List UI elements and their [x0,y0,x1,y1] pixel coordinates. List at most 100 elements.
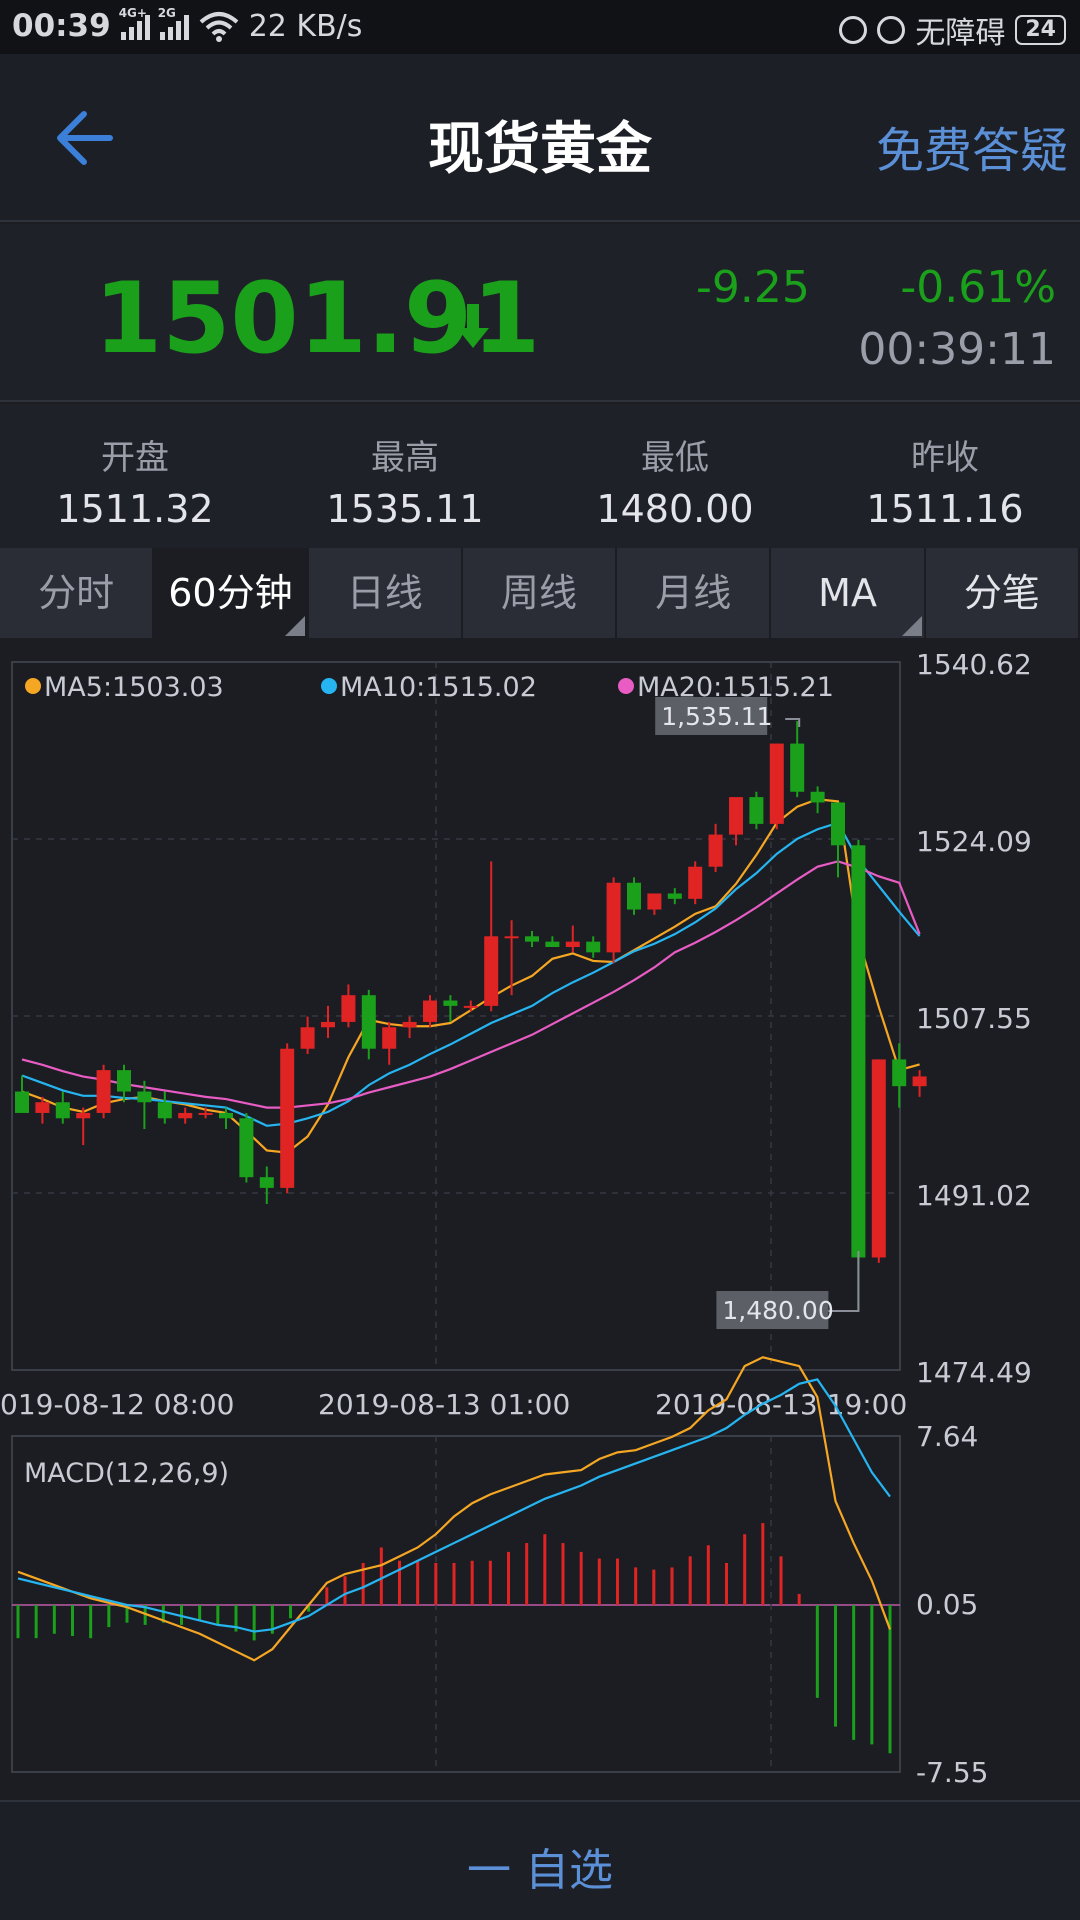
legend-dot [321,678,337,694]
candle-body [117,1070,131,1092]
candle-body [749,797,764,824]
wifi-icon [199,12,239,42]
candle-body [239,1118,254,1178]
candle-body [361,995,376,1049]
stat-prev-close: 昨收 1511.16 [810,404,1080,548]
legend-dot [618,678,634,694]
candle-body [137,1091,152,1103]
stat-label: 最高 [371,438,439,478]
bottom-bar: 一 自选 [0,1800,1080,1920]
tab-monthly[interactable]: 月线 [617,548,772,638]
candle-body [769,743,784,824]
candle-body [810,791,825,803]
tab-60min[interactable]: 60分钟 [154,548,309,638]
tab-daily[interactable]: 日线 [309,548,463,638]
macd-y-axis: 7.64 0.05 -7.55 [916,1420,988,1789]
tab-ticks[interactable]: 分笔 [926,548,1080,638]
add-favorite-button[interactable]: 一 自选 [0,1834,1080,1898]
ma20-line [21,860,921,1109]
candle-body [423,1000,437,1022]
stat-label: 最低 [641,438,709,478]
dropdown-corner-icon [901,616,922,636]
stat-value: 1535.11 [326,487,484,531]
y-tick-label: 1507.55 [916,1002,1032,1035]
tab-ma[interactable]: MA [771,548,926,638]
candle-body [35,1102,50,1113]
candle-body [402,1021,417,1028]
candle-body [851,845,866,1258]
candle-body [300,1027,315,1049]
stat-label: 昨收 [911,438,979,478]
kline-y-axis: 1540.62 1524.09 1507.55 1491.02 1474.49 [916,648,1032,1389]
status-time: 00:39 [12,8,111,44]
quote-time: 00:39:11 [858,324,1056,375]
macd-title: MACD(12,26,9) [24,1458,229,1489]
candle-body [15,1091,29,1113]
candle-body [708,834,723,867]
stat-value: 1511.32 [56,487,214,531]
x-tick-label: 019-08-12 08:00 [0,1388,235,1421]
high-marker-label: 1,535.11 [661,702,772,731]
stat-value: 1511.16 [866,487,1024,531]
cell-signal-icon-2: 2G [158,6,189,40]
y-tick-label: 1491.02 [916,1179,1032,1212]
macd-y-tick-label: 7.64 [916,1420,978,1453]
candle-body [382,1027,397,1049]
candle-body [525,936,539,942]
candle-body [463,1005,478,1008]
alarm-icon [877,16,906,44]
candle-body [178,1112,193,1119]
candle-body [688,866,703,899]
stat-high: 最高 1535.11 [270,404,540,548]
stat-open: 开盘 1511.32 [0,404,270,548]
legend-label: MA5:1503.03 [44,672,224,703]
quote-panel: 1501.91 -9.25 -0.61% 00:39:11 [0,224,1080,402]
y-tick-label: 1540.62 [916,648,1032,681]
free-help-button[interactable]: 免费答疑 [876,111,1068,181]
candle-body [545,941,560,947]
battery-icon: 24 [1015,15,1066,45]
candle-body [871,1059,886,1258]
tab-intraday[interactable]: 分时 [0,548,155,638]
stat-label: 开盘 [101,438,169,478]
cell-signal-icon: 4G+ [119,6,150,40]
chart-area[interactable]: MA5:1503.03 MA10:1515.02 MA20:1515.21 1,53… [0,638,1080,1800]
candle-body [55,1102,70,1119]
candle-body [96,1070,111,1113]
candle-body [892,1059,907,1087]
x-tick-label: 2019-08-13 19:00 [655,1388,907,1421]
lock-rotation-icon [839,16,868,44]
macd-y-tick-label: 0.05 [916,1588,978,1621]
network-speed: 22 KB/s [248,8,363,44]
candle-body [586,941,601,953]
status-bar: 00:39 4G+ 2G 22 KB/s 无障碍 24 [0,0,1080,54]
app-header: 现货黄金 免费答疑 [0,54,1080,222]
ma-lines [21,798,921,1154]
tab-weekly[interactable]: 周线 [463,548,618,638]
legend-label: MA10:1515.02 [340,672,537,703]
x-tick-label: 2019-08-13 01:00 [318,1388,570,1421]
candle-body [606,882,621,953]
kline-grid [12,662,900,1370]
period-tabs: 分时 60分钟 日线 周线 月线 MA 分笔 [0,548,1080,638]
kline-x-axis: 019-08-12 08:00 2019-08-13 01:00 2019-08-1… [0,1388,907,1421]
macd-histogram [16,1523,892,1754]
candle-body [443,1000,458,1006]
candle-body [219,1112,233,1119]
low-marker-label: 1,480.00 [722,1296,833,1325]
candle-body [565,941,580,947]
stat-low: 最低 1480.00 [540,404,810,548]
candle-body [321,1021,335,1028]
price-change-percent: -0.61% [900,262,1056,313]
candle-body [667,893,682,899]
accessibility-label: 无障碍 [915,16,1006,51]
candle-body [76,1112,91,1119]
tab-label: 60分钟 [168,571,293,615]
dropdown-corner-icon [284,616,305,636]
candle-body [647,893,662,910]
macd-title-label: MACD(12,26,9) [24,1458,229,1489]
candle-body [280,1048,295,1188]
stat-value: 1480.00 [596,487,754,531]
candle-body [157,1102,172,1119]
candle-body [790,743,805,792]
